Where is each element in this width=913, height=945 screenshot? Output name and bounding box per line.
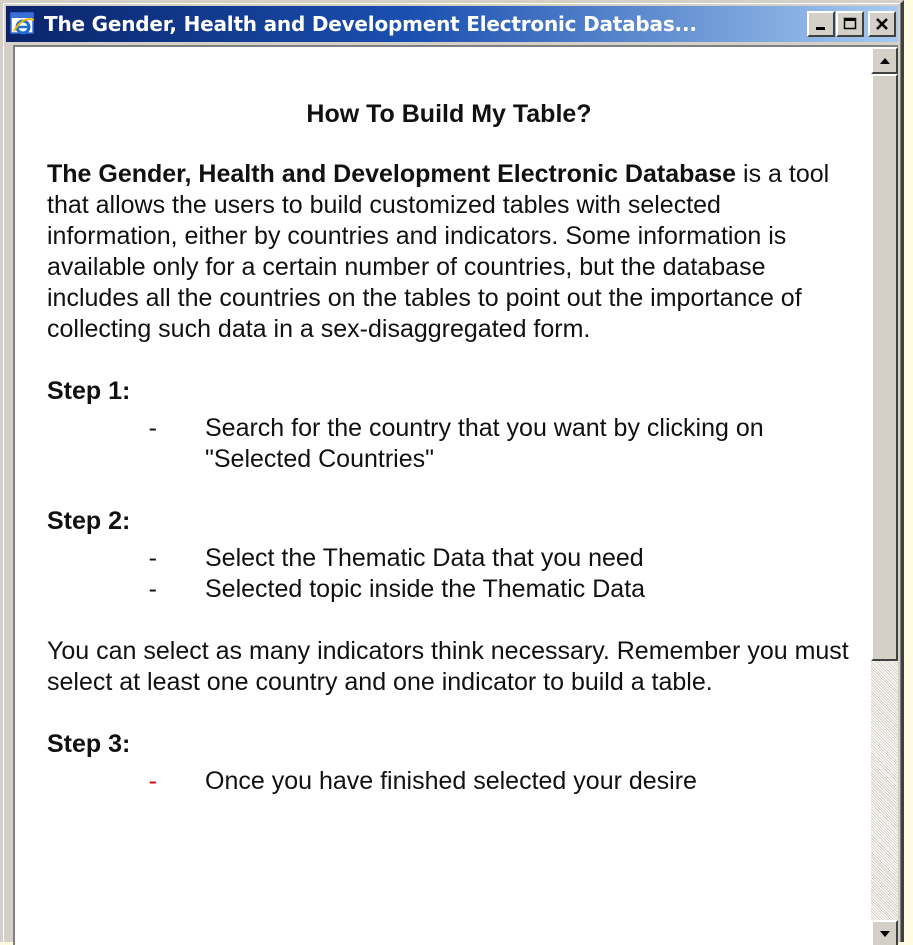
vertical-scrollbar[interactable]	[871, 47, 898, 945]
minimize-icon	[816, 27, 825, 30]
maximize-icon	[843, 17, 857, 30]
scroll-down-arrow-icon	[879, 930, 890, 937]
popup-window: The Gender, Health and Development Elect…	[0, 0, 904, 945]
step-2-item-text: Selected topic inside the Thematic Data	[205, 575, 646, 603]
step-1-list: - Search for the country that you want b…	[47, 413, 851, 475]
maximize-button[interactable]	[836, 11, 864, 37]
minimize-button[interactable]	[807, 11, 835, 37]
bullet-dash: -	[148, 544, 157, 572]
help-content: How To Build My Table? The Gender, Healt…	[15, 47, 871, 945]
bullet-dash: -	[148, 767, 157, 795]
internet-explorer-icon	[10, 12, 35, 35]
step-2-item-text: Select the Thematic Data that you need	[205, 544, 644, 572]
list-item: - Select the Thematic Data that you need	[47, 543, 851, 574]
selection-note: You can select as many indicators think …	[47, 637, 849, 696]
scrollbar-thumb[interactable]	[871, 74, 898, 661]
bullet-dash: -	[148, 414, 157, 442]
step-3-list: - Once you have finished selected your d…	[47, 766, 851, 797]
list-item: - Selected topic inside the Thematic Dat…	[47, 574, 851, 605]
title-bar[interactable]: The Gender, Health and Development Elect…	[6, 6, 898, 42]
bullet-dash: -	[148, 575, 157, 603]
help-content-area[interactable]: How To Build My Table? The Gender, Healt…	[13, 45, 898, 945]
scroll-up-arrow-icon	[879, 57, 890, 64]
step-2-list: - Select the Thematic Data that you need…	[47, 543, 851, 605]
page-title: How To Build My Table?	[306, 100, 592, 128]
step-1-title: Step 1:	[47, 377, 131, 405]
intro-database-name: The Gender, Health and Development Elect…	[47, 160, 737, 188]
close-icon	[876, 18, 888, 30]
list-item: - Once you have finished selected your d…	[47, 766, 851, 797]
scroll-up-button[interactable]	[871, 47, 898, 74]
step-1-item-text: Search for the country that you want by …	[205, 414, 764, 473]
step-2-title: Step 2:	[47, 507, 131, 535]
window-title: The Gender, Health and Development Elect…	[44, 12, 697, 36]
step-3-title: Step 3:	[47, 730, 131, 758]
scroll-down-button[interactable]	[871, 920, 898, 945]
step-3-item-text: Once you have finished selected your des…	[205, 767, 697, 795]
intro-paragraph: The Gender, Health and Development Elect…	[47, 159, 851, 345]
list-item: - Search for the country that you want b…	[47, 413, 851, 475]
close-button[interactable]	[868, 11, 896, 37]
title-buttons	[806, 11, 896, 37]
